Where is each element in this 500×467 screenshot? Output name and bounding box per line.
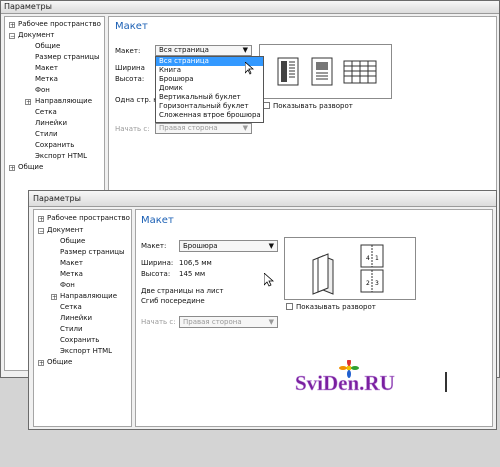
chevron-down-icon: ▼ bbox=[242, 124, 248, 132]
width-value: 106,5 мм bbox=[179, 259, 212, 267]
height-label: Высота: bbox=[141, 270, 171, 278]
tree-item-document[interactable]: Документ bbox=[47, 226, 83, 234]
tree-item-styles[interactable]: Стили bbox=[60, 325, 83, 333]
layout-select-value: Вся страница bbox=[159, 46, 209, 54]
tree-item-guides[interactable]: Направляющие bbox=[35, 97, 92, 105]
dropdown-option[interactable]: Горизонтальный буклет bbox=[156, 102, 263, 111]
tree-item-label[interactable]: Метка bbox=[60, 270, 83, 278]
start-select: Правая сторона ▼ bbox=[179, 316, 278, 328]
dropdown-option[interactable]: Домик bbox=[156, 84, 263, 93]
start-select-value: Правая сторона bbox=[159, 124, 218, 132]
front-window-title: Параметры bbox=[33, 194, 81, 203]
pages-per-sheet-label: Две страницы на лист bbox=[141, 287, 224, 295]
watermark-text: SviDen.RU bbox=[295, 371, 395, 395]
dropdown-option[interactable]: Вертикальный буклет bbox=[156, 93, 263, 102]
layout-select[interactable]: Вся страница ▼ bbox=[155, 45, 252, 56]
fold-label: Сгиб посередине bbox=[141, 297, 205, 305]
tree-item-guides[interactable]: Направляющие bbox=[60, 292, 117, 300]
mouse-cursor-icon bbox=[264, 273, 274, 287]
start-label: Начать с: bbox=[115, 125, 150, 133]
tree-item-general[interactable]: Общие bbox=[60, 237, 85, 245]
layout-preview bbox=[259, 44, 392, 99]
show-spread-label: Показывать разворот bbox=[296, 303, 376, 311]
height-value: 145 мм bbox=[179, 270, 206, 278]
tree-item-export-html[interactable]: Экспорт HTML bbox=[60, 347, 112, 355]
dropdown-option[interactable]: Сложенная втрое брошюра bbox=[156, 111, 263, 120]
tree-item-styles[interactable]: Стили bbox=[35, 130, 58, 138]
tree-item-document[interactable]: Документ bbox=[18, 31, 54, 39]
layout-label: Макет: bbox=[115, 47, 141, 55]
expand-icon[interactable]: + bbox=[38, 216, 44, 223]
front-settings-window: Параметры + Рабочее пространство − Докум… bbox=[28, 190, 497, 430]
tree-item-rulers[interactable]: Линейки bbox=[35, 119, 67, 127]
brochure-preview-icon: 4 1 2 3 bbox=[312, 244, 384, 295]
sviden-logo-icon: SviDen.RU bbox=[295, 358, 447, 395]
tree-item-page-size[interactable]: Размер страницы bbox=[60, 248, 125, 256]
width-label: Ширина: bbox=[141, 259, 174, 267]
chevron-down-icon: ▼ bbox=[268, 318, 274, 326]
tree-item-layout[interactable]: Макет bbox=[35, 64, 58, 72]
watermark-logo: SviDen.RU bbox=[291, 358, 481, 400]
width-label: Ширина bbox=[115, 64, 145, 72]
tree-item-background[interactable]: Фон bbox=[60, 281, 75, 289]
tree-item-general-root[interactable]: Общие bbox=[47, 358, 72, 366]
chevron-down-icon[interactable]: ▼ bbox=[243, 46, 248, 55]
page-layout-thumbnails-icon bbox=[277, 57, 377, 86]
tree-item-workspace[interactable]: Рабочее пространство bbox=[18, 20, 101, 28]
layout-label: Макет: bbox=[141, 242, 167, 250]
layout-preview: 4 1 2 3 bbox=[284, 237, 416, 300]
back-window-title: Параметры bbox=[4, 2, 52, 11]
svg-text:4: 4 bbox=[366, 255, 370, 262]
tree-item-grid[interactable]: Сетка bbox=[60, 303, 82, 311]
svg-text:2: 2 bbox=[366, 280, 370, 287]
tree-item-background[interactable]: Фон bbox=[35, 86, 50, 94]
expand-icon[interactable]: + bbox=[38, 360, 44, 367]
front-settings-tree: + Рабочее пространство − Документ Общие … bbox=[33, 209, 132, 427]
start-select: Правая сторона ▼ bbox=[155, 123, 252, 134]
page-title: Макет bbox=[141, 215, 174, 226]
collapse-icon[interactable]: − bbox=[9, 33, 15, 40]
show-spread-checkbox[interactable] bbox=[286, 303, 293, 310]
start-select-value: Правая сторона bbox=[183, 318, 242, 326]
show-spread-label: Показывать разворот bbox=[273, 102, 353, 110]
tree-item-rulers[interactable]: Линейки bbox=[60, 314, 92, 322]
tree-item-label[interactable]: Метка bbox=[35, 75, 58, 83]
chevron-down-icon[interactable]: ▼ bbox=[269, 241, 274, 251]
expand-icon[interactable]: + bbox=[9, 165, 15, 172]
svg-text:3: 3 bbox=[375, 280, 379, 287]
mouse-cursor-icon bbox=[245, 62, 254, 75]
expand-icon[interactable]: + bbox=[51, 294, 57, 301]
expand-icon[interactable]: + bbox=[9, 22, 15, 29]
tree-item-save[interactable]: Сохранить bbox=[35, 141, 74, 149]
front-title-bar: Параметры bbox=[29, 191, 496, 207]
dropdown-option[interactable]: Брошюра bbox=[156, 75, 263, 84]
height-label: Высота: bbox=[115, 75, 145, 83]
show-spread-checkbox[interactable] bbox=[263, 102, 270, 109]
tree-item-workspace[interactable]: Рабочее пространство bbox=[47, 214, 130, 222]
layout-select-value: Брошюра bbox=[183, 242, 218, 250]
tree-item-save[interactable]: Сохранить bbox=[60, 336, 99, 344]
page-title: Макет bbox=[115, 21, 148, 32]
tree-item-grid[interactable]: Сетка bbox=[35, 108, 57, 116]
tree-item-layout[interactable]: Макет bbox=[60, 259, 83, 267]
tree-item-export-html[interactable]: Экспорт HTML bbox=[35, 152, 87, 160]
layout-select[interactable]: Брошюра ▼ bbox=[179, 240, 278, 252]
expand-icon[interactable]: + bbox=[25, 99, 31, 106]
pages-per-sheet-label: Одна стр. н bbox=[115, 96, 158, 104]
tree-item-general[interactable]: Общие bbox=[35, 42, 60, 50]
front-layout-panel: Макет Макет: Брошюра ▼ Ширина: 106,5 мм … bbox=[135, 209, 493, 427]
svg-text:1: 1 bbox=[375, 255, 379, 262]
tree-item-general-root[interactable]: Общие bbox=[18, 163, 43, 171]
back-title-bar: Параметры bbox=[1, 1, 499, 14]
start-label: Начать с: bbox=[141, 318, 176, 326]
tree-item-page-size[interactable]: Размер страницы bbox=[35, 53, 100, 61]
collapse-icon[interactable]: − bbox=[38, 228, 44, 235]
